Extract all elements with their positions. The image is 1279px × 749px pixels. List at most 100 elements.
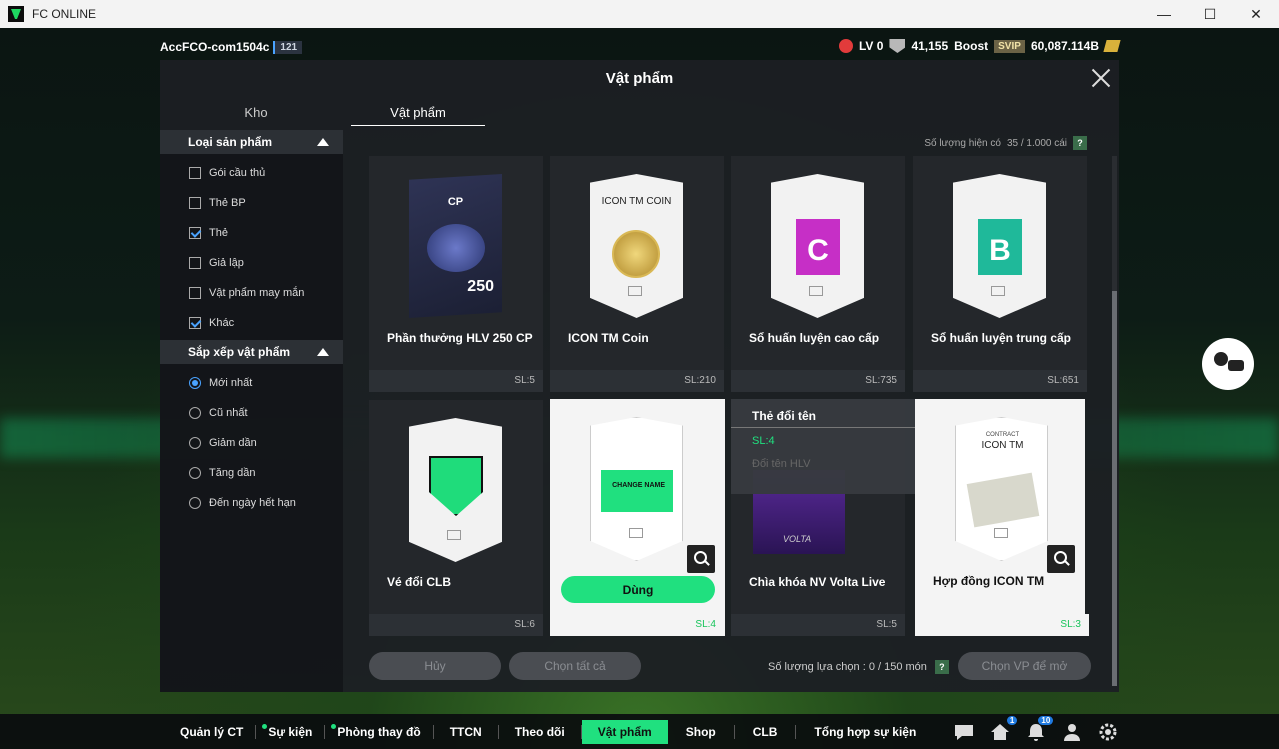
- new-dot-icon: [331, 723, 337, 729]
- filter-option-other[interactable]: Khác: [160, 308, 343, 338]
- open-selected-button[interactable]: Chọn VP để mở: [958, 652, 1091, 680]
- grid-scrollbar[interactable]: [1112, 156, 1117, 686]
- settings-gear-icon[interactable]: [1097, 722, 1119, 742]
- nav-team-management[interactable]: Quản lý CT: [168, 720, 255, 744]
- chat-icon[interactable]: [953, 722, 975, 742]
- tooltip-divider: [731, 427, 915, 428]
- count-value: 35 / 1.000 cái: [1006, 137, 1067, 149]
- contract-document-icon: [966, 472, 1040, 528]
- close-icon[interactable]: [1089, 66, 1113, 90]
- checkbox[interactable]: [189, 227, 201, 239]
- radio[interactable]: [189, 437, 201, 449]
- maximize-button[interactable]: ☐: [1187, 0, 1233, 28]
- radio[interactable]: [189, 407, 201, 419]
- nav-shop[interactable]: Shop: [668, 720, 734, 744]
- fc-online-logo-icon: [8, 6, 24, 22]
- item-card-training-book-b[interactable]: B Sổ huấn luyện trung cấp SL:651: [913, 156, 1087, 392]
- nav-items[interactable]: Vật phẩm: [581, 719, 668, 744]
- checkbox[interactable]: [189, 167, 201, 179]
- close-window-button[interactable]: ✕: [1233, 0, 1279, 28]
- item-card-icon-tm-contract[interactable]: CONTRACT ICON TM Hợp đồng ICON TM SL:3: [915, 399, 1089, 636]
- selection-label: Số lượng lựa chọn : 0 / 150 món: [768, 661, 927, 673]
- filter-label: Vật phẩm may mắn: [209, 287, 305, 299]
- sort-option-descending[interactable]: Giảm dần: [160, 428, 343, 458]
- sort-option-expiry[interactable]: Đến ngày hết hạn: [160, 488, 343, 518]
- scrollbar-thumb[interactable]: [1112, 291, 1117, 686]
- use-button[interactable]: Dùng: [561, 576, 715, 603]
- volta-text: VOLTA: [783, 534, 812, 544]
- fc-mini-logo-icon: [629, 528, 643, 538]
- radio[interactable]: [189, 377, 201, 389]
- filter-option-player-pack[interactable]: Gói cầu thủ: [160, 158, 343, 188]
- item-quantity: SL:5: [731, 614, 905, 636]
- training-book-card-image: C: [771, 174, 864, 318]
- nav-events[interactable]: Sự kiện: [256, 720, 324, 744]
- shield-icon: [889, 39, 906, 53]
- filter-option-bp-card[interactable]: Thẻ BP: [160, 188, 343, 218]
- item-card-training-book-c[interactable]: C Sổ huấn luyện cao cấp SL:735: [731, 156, 905, 392]
- filter-label: Khác: [209, 317, 235, 329]
- radio[interactable]: [189, 467, 201, 479]
- nav-club[interactable]: CLB: [735, 720, 796, 744]
- fc-mini-logo-icon: [994, 528, 1008, 538]
- sort-header[interactable]: Sắp xếp vật phẩm: [160, 340, 343, 364]
- filter-option-lucky-item[interactable]: Vật phẩm may mắn: [160, 278, 343, 308]
- item-card-club-ticket[interactable]: Vé đổi CLB SL:6: [369, 400, 543, 636]
- profile-icon[interactable]: [1061, 722, 1083, 742]
- account-name: AccFCO-com1504c: [160, 40, 270, 54]
- item-name: Sổ huấn luyện trung cấp: [931, 331, 1072, 345]
- level-text: LV 0: [858, 39, 884, 53]
- bell-icon[interactable]: 10: [1025, 715, 1054, 742]
- sort-option-ascending[interactable]: Tăng dần: [160, 458, 343, 488]
- product-type-header[interactable]: Loại sản phẩm: [160, 130, 343, 154]
- help-icon[interactable]: ?: [1073, 136, 1087, 150]
- sort-option-oldest[interactable]: Cũ nhất: [160, 398, 343, 428]
- modal-tabs: Kho Vật phẩm: [160, 100, 485, 126]
- item-card-change-name[interactable]: CHANGE NAME Dùng SL:4: [550, 399, 725, 636]
- card-top-text: CP: [447, 196, 464, 208]
- cancel-button[interactable]: Hủy: [369, 652, 501, 680]
- modal-title: Vật phẩm: [605, 69, 674, 87]
- filter-label: Giả lập: [209, 257, 244, 269]
- radio[interactable]: [189, 497, 201, 509]
- card-number: 250: [467, 278, 494, 295]
- help-icon[interactable]: ?: [934, 660, 949, 674]
- card-sub-text: ICON TM: [981, 440, 1024, 451]
- filter-option-simulation[interactable]: Giả lập: [160, 248, 343, 278]
- filter-option-card[interactable]: Thẻ: [160, 218, 343, 248]
- collapse-up-icon: [317, 348, 329, 356]
- item-quantity: SL:735: [731, 370, 905, 392]
- zoom-icon[interactable]: [1047, 545, 1075, 573]
- nav-locker-room[interactable]: Phòng thay đồ: [325, 720, 432, 744]
- nav-follow[interactable]: Theo dõi: [499, 720, 581, 744]
- top-status-bar: AccFCO-com1504c 121 LV 0 41,155 Boost SV…: [0, 34, 1279, 60]
- selection-count: Số lượng lựa chọn : 0 / 150 món ?: [768, 660, 949, 674]
- nav-event-summary[interactable]: Tổng hợp sự kiện: [796, 720, 934, 744]
- item-name: ICON TM Coin: [568, 331, 649, 345]
- change-name-card-image: CHANGE NAME: [590, 417, 683, 561]
- checkbox[interactable]: [189, 317, 201, 329]
- svip-badge: SVIP: [994, 39, 1025, 53]
- gold-coin-icon: [612, 230, 660, 278]
- fc-mini-logo-icon: [447, 530, 461, 540]
- tab-items[interactable]: Vật phẩm: [351, 100, 485, 126]
- friend-chat-icon[interactable]: [1202, 338, 1254, 390]
- checkbox[interactable]: [189, 257, 201, 269]
- nav-ttcn[interactable]: TTCN: [434, 720, 498, 744]
- home-icon[interactable]: 1: [989, 715, 1018, 742]
- item-card-icon-tm-coin[interactable]: ICON TM COIN ICON TM Coin SL:210: [550, 156, 724, 392]
- item-card-cp-reward[interactable]: CP 250 Phần thưởng HLV 250 CP SL:5: [369, 156, 543, 392]
- checkbox[interactable]: [189, 287, 201, 299]
- tab-storage[interactable]: Kho: [188, 100, 324, 126]
- item-quantity: SL:6: [369, 614, 543, 636]
- select-all-button[interactable]: Chọn tất cả: [509, 652, 641, 680]
- tooltip-description: Đổi tên HLV: [752, 458, 811, 470]
- minimize-button[interactable]: —: [1141, 0, 1187, 28]
- card-top-text: ICON TM COIN: [601, 196, 672, 207]
- nav-label: Sự kiện: [268, 724, 313, 739]
- sort-option-newest[interactable]: Mới nhất: [160, 368, 343, 398]
- zoom-icon[interactable]: [687, 545, 715, 573]
- level-icon: [838, 39, 853, 53]
- filter-label: Thẻ BP: [209, 197, 246, 209]
- checkbox[interactable]: [189, 197, 201, 209]
